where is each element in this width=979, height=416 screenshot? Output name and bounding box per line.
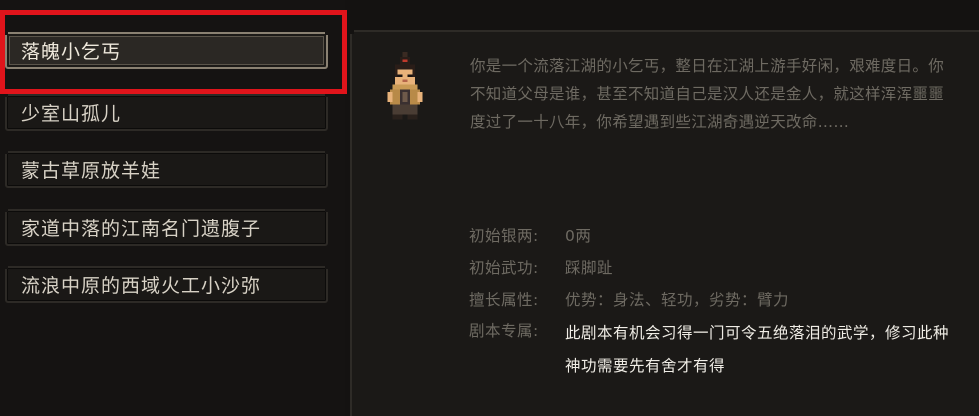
- stat-label: 初始银两:: [469, 227, 539, 245]
- background-description: 你是一个流落江湖的小乞丐，整日在江湖上游手好闲，艰难度日。你不知道父母是谁，甚至…: [470, 57, 945, 131]
- background-option-label: 蒙古草原放羊娃: [21, 160, 162, 182]
- background-list: 落魄小乞丐 少室山孤儿 蒙古草原放羊娃 家道中落的江南名门遗腹子 流浪中原的西域…: [0, 0, 345, 416]
- background-option-mongol-shepherd[interactable]: 蒙古草原放羊娃: [5, 151, 328, 188]
- background-option-western-monk[interactable]: 流浪中原的西域火工小沙弥: [5, 266, 328, 303]
- stat-value: 0两: [565, 227, 592, 245]
- background-option-label: 落魄小乞丐: [21, 41, 122, 63]
- background-option-shaoshi-orphan[interactable]: 少室山孤儿: [5, 94, 328, 131]
- stat-value: 踩脚趾: [565, 259, 614, 277]
- background-option-label: 流浪中原的西域火工小沙弥: [21, 275, 262, 297]
- stat-attributes: 擅长属性: 优势：身法、轻功，劣势：臂力: [469, 286, 789, 314]
- stat-script-exclusive-label: 剧本专属:: [469, 322, 539, 340]
- beggar-character-sprite-icon: [387, 52, 423, 120]
- stat-value: 优势：身法、轻功，劣势：臂力: [565, 291, 790, 309]
- background-option-label: 家道中落的江南名门遗腹子: [21, 218, 262, 240]
- stat-label: 初始武功:: [469, 259, 539, 277]
- stat-label: 擅长属性:: [469, 291, 539, 309]
- stat-initial-martial: 初始武功: 踩脚趾: [469, 254, 613, 282]
- background-option-jiangnan-heir[interactable]: 家道中落的江南名门遗腹子: [5, 209, 328, 246]
- stat-script-exclusive-value: 此剧本有机会习得一门可令五绝落泪的武学，修习此种神功需要先有舍才有得: [565, 324, 950, 375]
- stat-initial-silver: 初始银两: 0两: [469, 222, 591, 250]
- background-option-beggar[interactable]: 落魄小乞丐: [5, 32, 328, 69]
- background-option-label: 少室山孤儿: [21, 103, 122, 125]
